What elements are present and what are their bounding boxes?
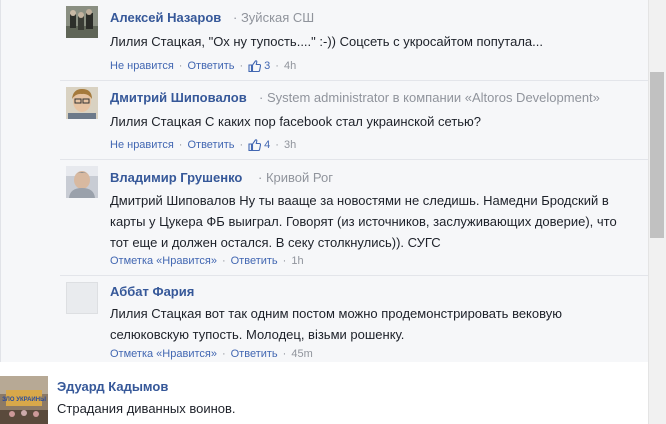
reply-link[interactable]: Ответить xyxy=(231,348,278,360)
comment-text-line: Страдания диванных воинов. xyxy=(57,401,236,416)
comment-actions: Отметка «Нравится» · Ответить · 1h xyxy=(110,255,304,267)
comment-time[interactable]: 1h xyxy=(291,255,303,267)
author-meta-text: System administrator в компании «Altoros… xyxy=(266,90,600,105)
comment-author[interactable]: Эдуард Кадымов xyxy=(57,379,168,394)
separator-dot: · xyxy=(178,60,183,72)
like-count-value: 3 xyxy=(264,60,271,72)
comment-author[interactable]: Дмитрий Шиповалов xyxy=(110,90,247,105)
comment-actions: Не нравится · Ответить · 3 · 4h xyxy=(110,60,296,72)
comment-text-line: Лилия Стацкая вот так одним постом можно… xyxy=(110,306,562,321)
comment-actions: Не нравится · Ответить · 4 · 3h xyxy=(110,139,296,151)
reply-link[interactable]: Ответить xyxy=(231,255,278,267)
reply-link[interactable]: Ответить xyxy=(187,60,234,72)
author-workplace: · System administrator в компании «Altor… xyxy=(259,90,600,105)
separator-dot: · xyxy=(282,348,287,360)
comment-text-line: тот еще и должен остался. В секу столкну… xyxy=(110,235,441,250)
unlike-link[interactable]: Не нравится xyxy=(110,139,174,151)
separator-dot: · xyxy=(239,139,244,151)
separator-dot: · xyxy=(221,348,226,360)
comment-text-line: Лилия Стацкая С каких пор facebook стал … xyxy=(110,114,482,129)
comment-text: Лилия Стацкая, "Ох ну тупость...." :-)) … xyxy=(110,31,543,52)
like-count[interactable]: 3 xyxy=(248,60,270,72)
comment-divider xyxy=(60,159,648,160)
thread-left-rule xyxy=(0,0,1,362)
separator-dot: · xyxy=(178,139,183,151)
comment-time[interactable]: 3h xyxy=(284,139,296,151)
author-meta-text: Кривой Рог xyxy=(265,170,333,185)
like-count-value: 4 xyxy=(264,139,271,151)
thumbs-up-icon xyxy=(248,60,262,72)
comment-text: Дмитрий Шиповалов Ну ты вааще за новостя… xyxy=(110,190,617,253)
comment-time[interactable]: 45m xyxy=(291,348,312,360)
like-link[interactable]: Отметка «Нравится» xyxy=(110,348,217,360)
avatar[interactable]: ЗЛО УКРАИНЫ xyxy=(0,376,48,424)
separator-dot: · xyxy=(221,255,226,267)
comment-divider xyxy=(60,275,648,276)
comment-text-line: Дмитрий Шиповалов Ну ты вааще за новостя… xyxy=(110,193,609,208)
comment-text-line: Лилия Стацкая, "Ох ну тупость...." :-)) … xyxy=(110,34,543,49)
author-city: · Кривой Рог xyxy=(258,170,333,185)
separator-dot: · xyxy=(275,139,279,151)
comment-divider xyxy=(60,80,648,81)
reply-link[interactable]: Ответить xyxy=(187,139,234,151)
separator-dot: · xyxy=(275,60,279,72)
thumbs-up-icon xyxy=(248,139,262,151)
separator-dot: · xyxy=(282,255,287,267)
avatar[interactable] xyxy=(66,87,98,119)
separator-dot: · xyxy=(239,60,244,72)
like-link[interactable]: Отметка «Нравится» xyxy=(110,255,217,267)
comment-text-line: селюковскую тупость. Молодец, візьми рош… xyxy=(110,327,405,342)
comment-author[interactable]: Аббат Фария xyxy=(110,284,194,299)
avatar-banner-text: ЗЛО УКРАИНЫ xyxy=(2,397,46,403)
author-school: · Зуйская СШ xyxy=(233,10,315,25)
comment-text: Лилия Стацкая вот так одним постом можно… xyxy=(110,303,562,345)
comment-time[interactable]: 4h xyxy=(284,60,296,72)
avatar[interactable] xyxy=(66,166,98,198)
comment-author[interactable]: Владимир Грушенко xyxy=(110,170,242,185)
unlike-link[interactable]: Не нравится xyxy=(110,60,174,72)
comment-text-line: карты у Цукера ФБ выиграл. Говорят (из и… xyxy=(110,214,617,229)
like-count[interactable]: 4 xyxy=(248,139,270,151)
comment-actions: Отметка «Нравится» · Ответить · 45m xyxy=(110,348,313,360)
comment-text: Страдания диванных воинов. xyxy=(57,398,236,419)
avatar[interactable] xyxy=(66,6,98,38)
comment-text: Лилия Стацкая С каких пор facebook стал … xyxy=(110,111,481,132)
scrollbar-thumb[interactable] xyxy=(650,72,664,238)
author-meta-text: Зуйская СШ xyxy=(240,10,315,25)
comment-author[interactable]: Алексей Назаров xyxy=(110,10,221,25)
avatar-placeholder[interactable] xyxy=(66,282,98,314)
